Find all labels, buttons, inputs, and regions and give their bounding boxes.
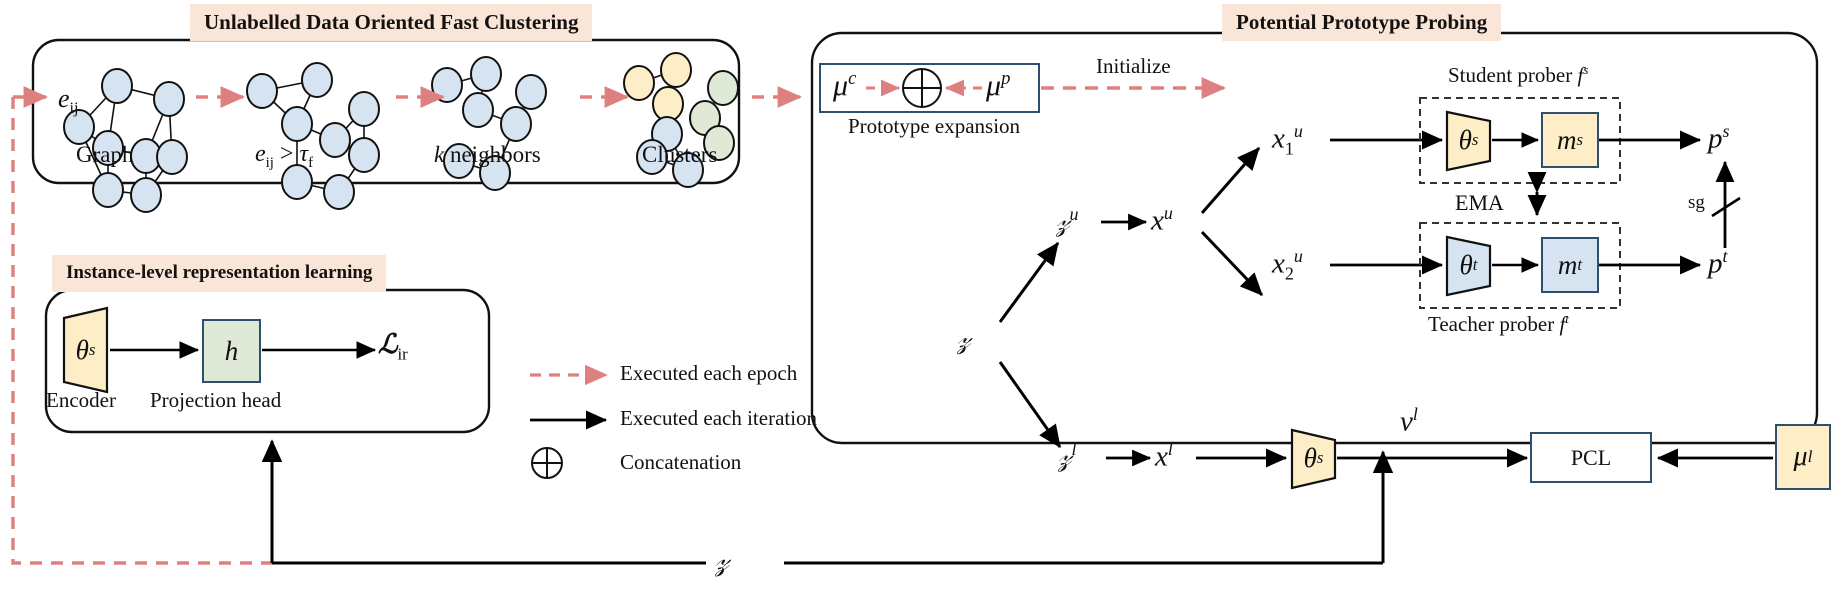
arrow-xu-to-xu2 bbox=[1200, 230, 1264, 297]
instance-loss-label: ℒir bbox=[378, 329, 408, 364]
projection-head-symbol: h bbox=[224, 335, 239, 366]
legend-label-epoch: Executed each epoch bbox=[620, 361, 798, 385]
mu-p-label: μp bbox=[986, 68, 1011, 102]
mu-l-symbol: μl bbox=[1793, 441, 1813, 472]
x-l-label: xl bbox=[1155, 439, 1173, 473]
labelled-encoder-symbol: θs bbox=[1303, 442, 1324, 473]
arrow-xu-to-xu1 bbox=[1200, 147, 1261, 214]
diagram-canvas: Unlabelled Data Oriented Fast Clustering… bbox=[0, 0, 1841, 606]
dataset-D-label: 𝓏 bbox=[957, 323, 971, 355]
bottom-dataset-label: 𝓏 bbox=[715, 544, 729, 577]
teacher-encoder-symbol: θt bbox=[1459, 249, 1478, 280]
ema-label: EMA bbox=[1455, 190, 1504, 215]
diagram-vector-layer bbox=[11, 31, 1831, 565]
student-prober-caption: Student prober fs bbox=[1448, 62, 1589, 87]
student-head-symbol: ms bbox=[1556, 124, 1583, 155]
arrow-D-to-Du bbox=[998, 242, 1060, 323]
dataset-Dl-label: 𝓏l bbox=[1058, 439, 1077, 473]
stage-label-k-neighbors: k neighbors bbox=[434, 142, 541, 167]
stage-label-clusters: Clusters bbox=[642, 142, 718, 167]
dataset-Du-label: 𝓏u bbox=[1056, 204, 1079, 238]
x-u1-label: x1u bbox=[1272, 121, 1303, 159]
p-s-label: ps bbox=[1708, 121, 1730, 155]
arrow-D-to-Dl bbox=[998, 361, 1062, 448]
encoder-caption: Encoder bbox=[46, 388, 116, 412]
clustering-panel-title: Unlabelled Data Oriented Fast Clustering bbox=[190, 4, 593, 41]
stage-label-threshold: eij > τf bbox=[255, 141, 314, 171]
teacher-head-symbol: mt bbox=[1557, 249, 1583, 280]
edge-weight-label: eij bbox=[58, 84, 79, 118]
pcl-label: PCL bbox=[1570, 445, 1612, 470]
x-u-label: xu bbox=[1151, 203, 1173, 237]
graph-stage-3-nodes bbox=[431, 56, 547, 191]
teacher-prober-caption-text: Teacher prober bbox=[1428, 312, 1555, 336]
p-t-label: pt bbox=[1708, 246, 1728, 280]
student-prober-caption-text: Student prober bbox=[1448, 63, 1573, 87]
x-u2-label: x2u bbox=[1272, 246, 1303, 284]
graph-stage-2-nodes bbox=[246, 62, 380, 210]
legend-label-iteration: Executed each iteration bbox=[620, 406, 818, 430]
projection-head-caption: Projection head bbox=[150, 388, 282, 412]
legend-circle-plus-icon bbox=[531, 447, 563, 479]
instance-encoder-symbol: θs bbox=[75, 334, 96, 365]
initialize-label: Initialize bbox=[1096, 54, 1171, 78]
probing-panel-title: Potential Prototype Probing bbox=[1222, 4, 1502, 41]
sg-label: sg bbox=[1688, 192, 1705, 213]
student-encoder-symbol: θs bbox=[1458, 124, 1479, 155]
legend-label-concatenation: Concatenation bbox=[620, 450, 742, 474]
mu-c-label: μc bbox=[833, 68, 857, 102]
stage-label-graph: Graph bbox=[76, 142, 134, 167]
prototype-expansion-caption: Prototype expansion bbox=[848, 114, 1021, 138]
v-l-label: vl bbox=[1400, 404, 1418, 438]
teacher-prober-caption: Teacher prober ft bbox=[1428, 311, 1569, 336]
graph-stage-1-nodes bbox=[63, 68, 188, 213]
instance-panel-title: Instance-level representation learning bbox=[52, 255, 387, 292]
